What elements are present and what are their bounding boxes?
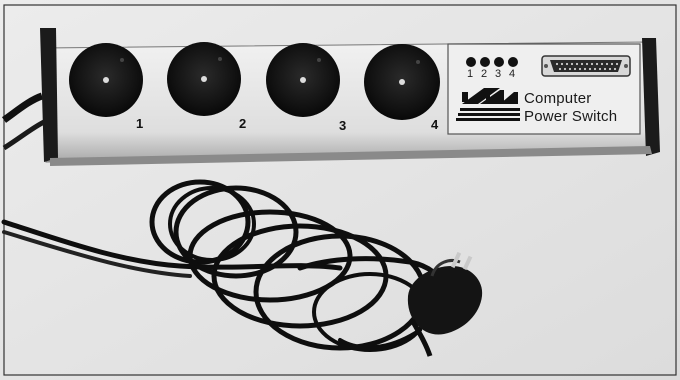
socket-3: [266, 43, 340, 117]
socket-label-4: 4: [431, 117, 439, 132]
socket-2: [167, 42, 241, 116]
brand-line-2: Power Switch: [524, 108, 618, 125]
socket-label-1: 1: [136, 116, 144, 131]
indicator-label-4: 4: [509, 68, 516, 80]
indicator-led-2: [480, 57, 490, 67]
serial-port-connector: [541, 55, 631, 77]
indicator-led-3: [494, 57, 504, 67]
socket-label-3: 3: [339, 118, 347, 133]
socket-4: [364, 44, 440, 120]
indicator-led-4: [508, 57, 518, 67]
photo-stage: 1 2 3 4 1 2 3 4 Computer Power Switch: [0, 0, 680, 380]
indicator-label-3: 3: [495, 68, 502, 80]
indicator-label-1: 1: [467, 68, 474, 80]
indicator-label-2: 2: [481, 68, 488, 80]
brand-line-1: Computer: [524, 90, 592, 107]
socket-1: [69, 43, 143, 117]
socket-label-2: 2: [239, 116, 247, 131]
indicator-led-1: [466, 57, 476, 67]
power-strip-photo: [0, 0, 680, 380]
